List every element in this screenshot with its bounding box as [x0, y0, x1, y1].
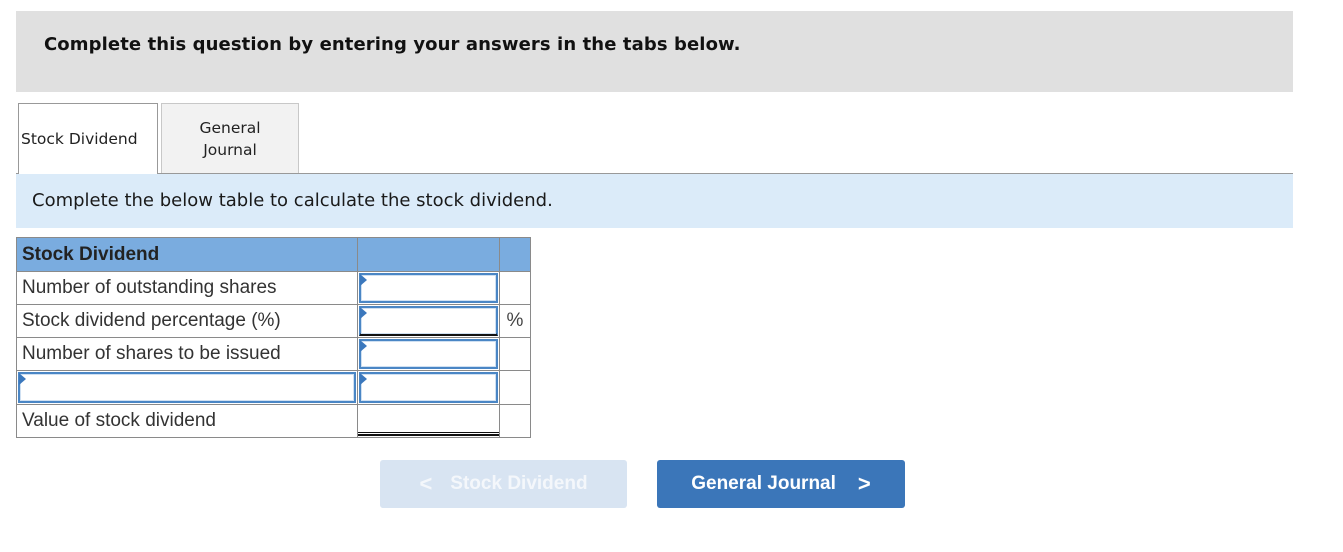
shares-to-issue-input[interactable]: [361, 341, 496, 367]
chevron-right-icon: >: [857, 471, 871, 496]
table-header-unit-cell: [499, 237, 531, 272]
custom-label-input-wrapper: [18, 372, 356, 403]
custom-label-input[interactable]: [20, 374, 354, 401]
unit-cell: [499, 370, 531, 405]
tab-general-journal-line2: Journal: [203, 140, 257, 159]
table-row: Number of outstanding shares: [16, 271, 531, 305]
table-row: Value of stock dividend: [16, 404, 531, 438]
table-row: Stock dividend percentage (%) %: [16, 304, 531, 338]
shares-to-issue-input-wrapper: [359, 339, 498, 369]
unit-cell: [499, 404, 531, 438]
table-row: [16, 370, 531, 405]
value-cell: [357, 304, 500, 338]
table-header-value-cell: [357, 237, 500, 272]
chevron-left-icon: <: [419, 471, 433, 496]
value-cell: [357, 370, 500, 405]
row-label-shares-to-issue: Number of shares to be issued: [16, 337, 358, 371]
next-tab-button-label: General Journal: [691, 473, 836, 494]
question-instructions-title: Complete this question by entering your …: [44, 34, 741, 55]
instruction-banner: Complete the below table to calculate th…: [16, 174, 1293, 228]
custom-value-input[interactable]: [361, 374, 496, 401]
prev-tab-button[interactable]: < Stock Dividend: [380, 460, 627, 508]
tab-stock-dividend[interactable]: Stock Dividend: [18, 103, 158, 174]
custom-value-input-wrapper: [359, 372, 498, 403]
instruction-text: Complete the below table to calculate th…: [32, 190, 553, 211]
table-header-label: Stock Dividend: [16, 237, 358, 272]
row-label-dividend-percentage: Stock dividend percentage (%): [16, 304, 358, 338]
row-label-value-of-dividend: Value of stock dividend: [16, 404, 358, 438]
tab-stock-dividend-label: Stock Dividend: [21, 130, 138, 148]
next-tab-button[interactable]: General Journal >: [657, 460, 905, 508]
unit-cell: [499, 337, 531, 371]
stock-dividend-table: Stock Dividend Number of outstanding sha…: [16, 237, 531, 438]
dividend-percentage-input-wrapper: [359, 306, 498, 336]
dividend-percentage-input[interactable]: [361, 308, 496, 333]
outstanding-shares-input-wrapper: [359, 273, 498, 303]
value-of-dividend-cell: [357, 404, 500, 438]
table-header-row: Stock Dividend: [16, 237, 531, 272]
double-underline: [358, 432, 499, 436]
percent-unit-label: %: [499, 304, 531, 338]
row-label-outstanding-shares: Number of outstanding shares: [16, 271, 358, 305]
unit-cell: [499, 271, 531, 305]
prev-tab-button-label: Stock Dividend: [450, 473, 588, 494]
value-cell: [357, 337, 500, 371]
outstanding-shares-input[interactable]: [361, 275, 496, 301]
tab-general-journal-label: General Journal: [199, 117, 260, 161]
value-cell: [357, 271, 500, 305]
tab-general-journal-line1: General: [199, 118, 261, 137]
label-input-cell: [16, 370, 358, 405]
table-row: Number of shares to be issued: [16, 337, 531, 371]
question-header: Complete this question by entering your …: [16, 11, 1293, 92]
tab-general-journal[interactable]: General Journal: [161, 103, 299, 173]
